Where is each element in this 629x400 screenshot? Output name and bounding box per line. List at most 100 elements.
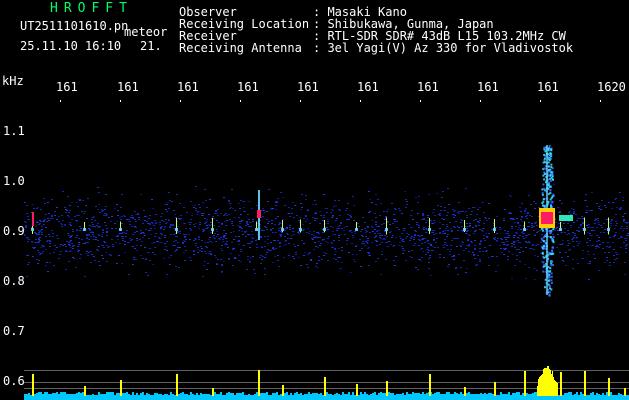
- baseline-noise: [414, 393, 416, 396]
- noise-dot: [525, 247, 527, 248]
- noise-dot: [238, 203, 240, 204]
- noise-dot: [444, 233, 446, 234]
- noise-dot: [577, 245, 579, 246]
- noise-dot: [375, 236, 377, 237]
- noise-dot: [41, 226, 43, 227]
- meteor-event-dot: [549, 232, 552, 235]
- noise-dot: [283, 245, 285, 246]
- noise-dot: [106, 261, 108, 262]
- noise-dot: [511, 228, 513, 229]
- noise-dot: [417, 202, 419, 203]
- noise-dot: [24, 235, 26, 236]
- noise-dot: [215, 211, 217, 212]
- noise-dot: [40, 221, 42, 222]
- noise-dot: [148, 238, 150, 239]
- noise-dot: [525, 237, 527, 238]
- noise-dot: [70, 250, 72, 251]
- y-tick: 1.1: [3, 124, 25, 138]
- noise-dot: [441, 218, 443, 219]
- noise-dot: [434, 222, 436, 223]
- noise-dot: [198, 239, 200, 240]
- noise-dot: [500, 238, 502, 239]
- baseline-noise: [452, 394, 454, 396]
- noise-dot: [447, 188, 449, 189]
- noise-dot: [334, 200, 336, 201]
- noise-dot: [349, 215, 351, 216]
- noise-dot: [353, 205, 355, 206]
- baseline-noise: [462, 394, 464, 396]
- noise-dot: [97, 223, 99, 224]
- noise-dot: [615, 232, 617, 233]
- noise-dot: [478, 222, 480, 223]
- baseline-noise: [440, 394, 442, 396]
- noise-dot: [465, 248, 467, 249]
- noise-dot: [423, 219, 425, 220]
- noise-dot: [483, 223, 485, 224]
- noise-dot: [361, 235, 363, 236]
- noise-dot: [605, 207, 607, 208]
- noise-dot: [516, 259, 518, 260]
- noise-dot: [439, 232, 441, 233]
- noise-dot: [623, 242, 625, 243]
- noise-dot: [406, 204, 408, 205]
- noise-dot: [204, 223, 206, 224]
- noise-dot: [526, 242, 528, 243]
- noise-dot: [66, 251, 68, 252]
- noise-dot: [608, 202, 610, 203]
- noise-dot: [601, 200, 603, 201]
- baseline-noise: [522, 393, 524, 396]
- noise-dot: [26, 238, 28, 239]
- noise-dot: [242, 201, 244, 202]
- noise-dot: [298, 257, 300, 258]
- noise-dot: [174, 245, 176, 246]
- noise-dot: [41, 229, 43, 230]
- noise-dot: [134, 227, 136, 228]
- noise-dot: [602, 248, 604, 249]
- noise-dot: [179, 247, 181, 248]
- noise-dot: [589, 263, 591, 264]
- noise-dot: [76, 229, 78, 230]
- noise-dot: [225, 243, 227, 244]
- noise-dot: [411, 210, 413, 211]
- noise-dot: [117, 215, 119, 216]
- noise-dot: [216, 236, 218, 237]
- noise-dot: [594, 220, 596, 221]
- noise-dot: [381, 251, 383, 252]
- noise-dot: [620, 208, 622, 209]
- spike: [84, 386, 86, 396]
- noise-dot: [177, 242, 179, 243]
- noise-dot: [163, 221, 165, 222]
- noise-dot: [251, 241, 253, 242]
- noise-dot: [165, 219, 167, 220]
- noise-dot: [587, 238, 589, 239]
- noise-dot: [271, 209, 273, 210]
- baseline-noise: [486, 394, 488, 396]
- noise-dot: [479, 243, 481, 244]
- noise-dot: [316, 232, 318, 233]
- noise-dot: [343, 230, 345, 231]
- noise-dot: [238, 230, 240, 231]
- meteor-ping-core: [355, 228, 358, 231]
- noise-dot: [619, 192, 621, 193]
- noise-dot: [128, 219, 130, 220]
- noise-dot: [289, 227, 291, 228]
- meteor-event-dot: [549, 148, 552, 151]
- noise-dot: [520, 211, 522, 212]
- baseline-noise: [420, 394, 422, 396]
- noise-dot: [284, 236, 286, 237]
- baseline-noise: [312, 393, 314, 396]
- noise-dot: [190, 260, 192, 261]
- noise-dot: [198, 228, 200, 229]
- noise-dot: [453, 256, 455, 257]
- spike: [386, 381, 388, 396]
- noise-dot: [339, 215, 341, 216]
- baseline-noise: [424, 394, 426, 396]
- noise-dot: [306, 232, 308, 233]
- noise-dot: [64, 225, 66, 226]
- noise-dot: [355, 246, 357, 247]
- noise-dot: [110, 221, 112, 222]
- noise-dot: [38, 252, 40, 253]
- noise-dot: [260, 263, 262, 264]
- noise-dot: [319, 237, 321, 238]
- noise-dot: [102, 258, 104, 259]
